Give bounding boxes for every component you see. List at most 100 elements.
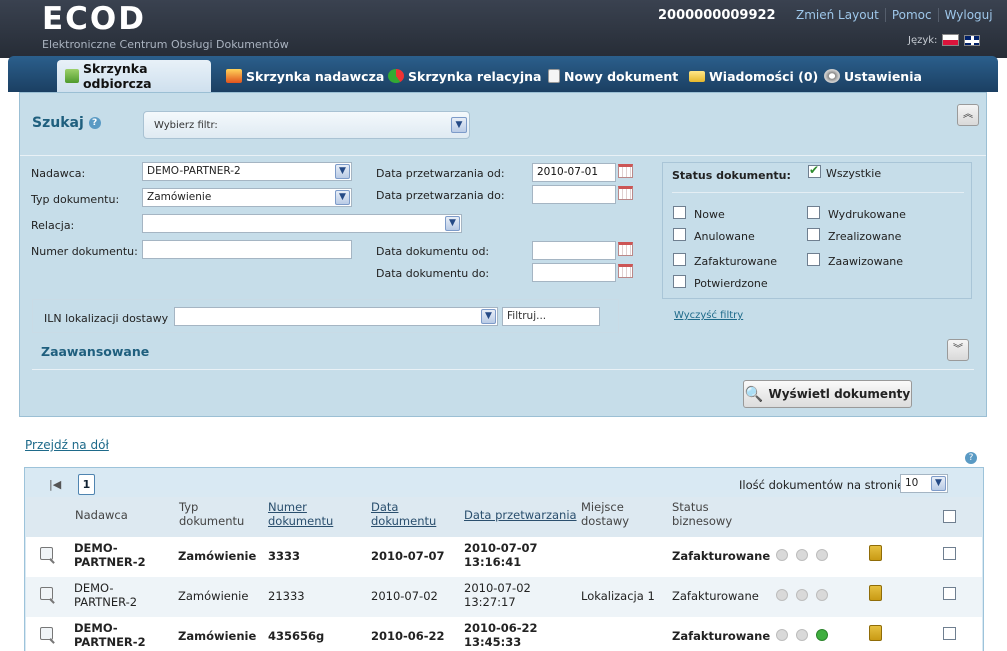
table-row[interactable]: DEMO- PARTNER-2 Zamówienie 435656g 2010-0… [26,617,982,651]
language-label: Język: [908,34,938,46]
col-status-line1: Status [672,500,709,514]
cell-typ: Zamówienie [178,589,249,603]
iln-filter-input[interactable]: Filtruj... [502,307,600,326]
przetw-time: 13:16:41 [464,555,522,569]
col-typ-line1: Typ [179,500,199,514]
status-label: Zrealizowane [828,230,902,243]
print-status-icon [776,589,788,601]
advanced-toggle[interactable]: Zaawansowane [41,344,149,359]
first-page-icon[interactable]: |◀ [49,478,61,491]
typ-value: Zamówienie [147,191,212,203]
nadawca-line2: PARTNER-2 [74,595,138,609]
status-dot-icon [796,629,808,641]
coins-icon[interactable] [869,545,882,561]
logo: ECOD [42,1,147,37]
row-checkbox[interactable] [943,587,956,600]
table-row[interactable]: DEMO- PARTNER-2 Zamówienie 3333 2010-07-0… [26,537,982,577]
tab-ustawienia[interactable]: Ustawienia [824,60,922,92]
dp-od-label: Data przetwarzania od: [376,167,505,180]
coins-icon[interactable] [869,585,882,601]
tab-skrzynka-relacyjna[interactable]: Skrzynka relacyjna [388,60,541,92]
calendar-icon[interactable] [618,242,633,256]
show-documents-button[interactable]: 🔍 Wyświetl dokumenty [743,380,912,408]
per-page-select[interactable]: 10 ▼ [900,474,948,493]
chevron-down-icon[interactable]: ▼ [335,164,350,179]
col-data[interactable]: Data dokumentu [371,500,436,528]
help-link[interactable]: Pomoc [884,8,938,22]
tab-skrzynka-odbiorcza[interactable]: Skrzynka odbiorcza [57,60,211,92]
cell-typ: Zamówienie [178,549,257,563]
dd-do-input[interactable] [532,263,616,282]
checkbox-anulowane[interactable] [673,228,686,241]
dd-od-input[interactable] [532,241,616,260]
nadawca-label: Nadawca: [31,167,86,180]
checkbox-wydrukowane[interactable] [807,206,820,219]
show-button-label: Wyświetl dokumenty [768,387,911,401]
header-links: Zmień Layout Pomoc Wyloguj [790,8,999,22]
main-tabs: Skrzynka odbiorcza Skrzynka nadawcza Skr… [8,56,998,92]
dp-do-input[interactable] [532,185,616,204]
clear-filters-link[interactable]: Wyczyść filtry [674,310,743,321]
help-icon[interactable]: ? [88,117,101,129]
help-icon[interactable]: ? [965,452,977,464]
przetw-date: 2010-07-02 [464,581,531,595]
nadawca-line2: PARTNER-2 [74,635,146,649]
chevron-down-icon[interactable]: ▼ [931,476,946,491]
expand-advanced-button[interactable]: ︾ [947,339,969,361]
row-checkbox[interactable] [943,627,956,640]
chevron-down-icon[interactable]: ▼ [451,117,467,133]
logo-subtitle: Elektroniczne Centrum Obsługi Dokumentów [42,38,289,51]
logout-link[interactable]: Wyloguj [937,8,999,22]
checkbox-zrealizowane[interactable] [807,228,820,241]
coins-icon[interactable] [869,625,882,641]
relacja-select[interactable]: ▼ [142,214,462,233]
preview-icon[interactable] [40,627,53,640]
nadawca-select[interactable]: DEMO-PARTNER-2 ▼ [142,162,352,181]
checkbox-potwierdzone[interactable] [673,275,686,288]
status-dot-icon [796,549,808,561]
cell-data: 2010-06-22 [371,629,445,643]
language-switch: Język: [908,34,981,46]
numer-input[interactable] [142,240,352,259]
checkbox-zafakturowane[interactable] [673,253,686,266]
chevron-down-icon[interactable]: ▼ [335,190,350,205]
preview-icon[interactable] [40,587,53,600]
przetw-date: 2010-07-07 [464,541,538,555]
calendar-icon[interactable] [618,264,633,278]
cell-numer: 21333 [268,589,305,603]
english-flag-icon[interactable] [964,34,981,46]
chevron-down-icon[interactable]: ▼ [481,309,496,324]
select-all-checkbox[interactable] [943,510,956,523]
goto-bottom-link[interactable]: Przejdź na dół [25,438,109,452]
change-layout-link[interactable]: Zmień Layout [790,8,885,22]
cell-przetw: 2010-06-22 13:45:33 [464,621,538,649]
tab-skrzynka-nadawcza[interactable]: Skrzynka nadawcza [226,60,384,92]
typ-select[interactable]: Zamówienie ▼ [142,188,352,207]
calendar-icon[interactable] [618,164,633,178]
per-page-label: Ilość dokumentów na stronie: [739,478,909,492]
outbox-icon [226,69,242,83]
col-przetwarzania[interactable]: Data przetwarzania [464,508,577,522]
chevron-down-icon[interactable]: ▼ [445,216,460,231]
checkbox-zaawizowane[interactable] [807,253,820,266]
col-numer-line2: dokumentu [268,514,334,528]
filter-select[interactable]: Wybierz filtr: ▼ [143,111,470,139]
polish-flag-icon[interactable] [942,34,960,46]
page-number[interactable]: 1 [78,474,95,495]
tab-label: Wiadomości (0) [709,68,819,84]
col-numer[interactable]: Numer dokumentu [268,500,333,528]
calendar-icon[interactable] [618,186,633,200]
table-row[interactable]: DEMO- PARTNER-2 Zamówienie 21333 2010-07-… [26,577,982,617]
preview-icon[interactable] [40,547,53,560]
filter-placeholder: Wybierz filtr: [154,120,218,131]
tab-nowy-dokument[interactable]: Nowy dokument [548,60,678,92]
tab-wiadomosci[interactable]: Wiadomości (0) [689,60,818,92]
dp-od-input[interactable]: 2010-07-01 [532,163,616,182]
collapse-button[interactable]: ︽ [957,104,979,126]
checkbox-all[interactable] [808,163,821,178]
row-checkbox[interactable] [943,547,956,560]
checkbox-nowe[interactable] [673,206,686,219]
nadawca-line2: PARTNER-2 [74,555,146,569]
cell-typ: Zamówienie [178,629,257,643]
iln-select[interactable]: ▼ [174,307,498,326]
